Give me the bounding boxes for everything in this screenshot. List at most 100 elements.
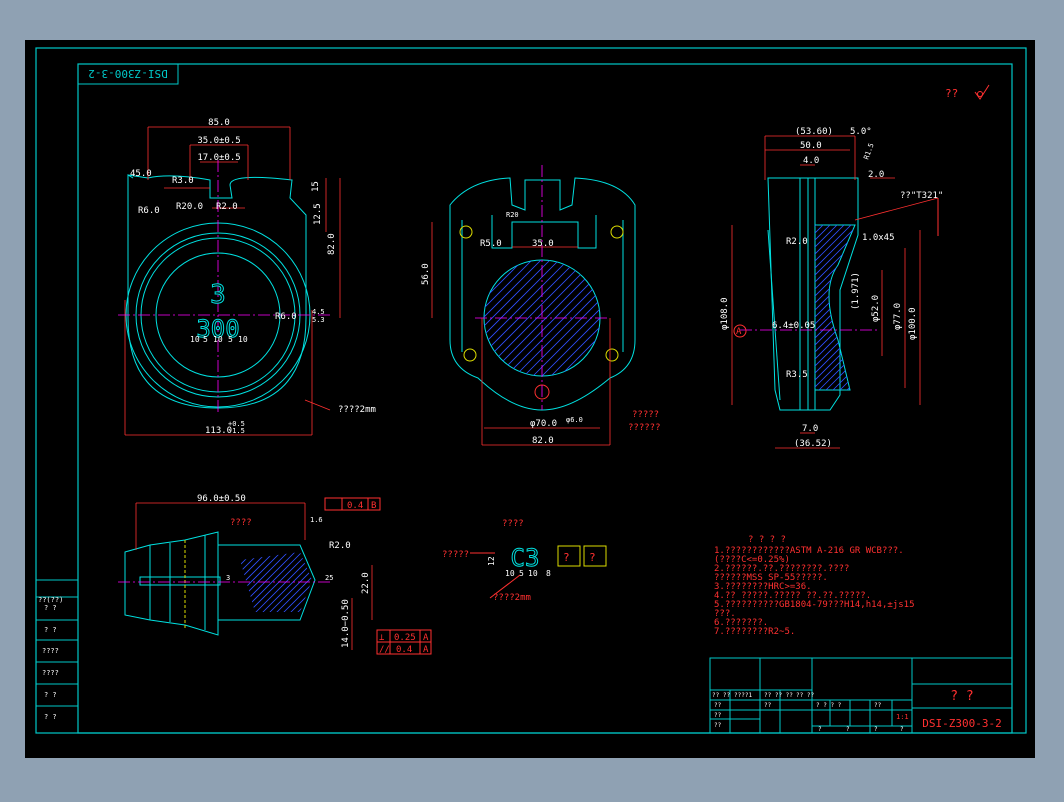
tb-cell: ? bbox=[900, 726, 904, 733]
v3-dim-chamfer: 1.0x45 bbox=[862, 233, 895, 243]
v2-dim-w82: 82.0 bbox=[532, 436, 554, 446]
v1-dim-t2: 5.3 bbox=[312, 316, 325, 324]
mark-dim: 5 bbox=[519, 569, 524, 578]
tb-cell: ?? ?? ?? bbox=[764, 692, 793, 699]
v1-dim-r20: R20.0 bbox=[176, 202, 203, 212]
v3-dim-d3: 4.0 bbox=[803, 156, 819, 166]
v1-dim-slot-outer: 35.0±0.5 bbox=[197, 136, 240, 146]
v2-dim-phi70: φ70.0 bbox=[530, 419, 557, 429]
note-line: 5.??????????GB1804-79???H14,h14,±js15 bbox=[714, 600, 914, 610]
tb-cell: ? bbox=[818, 726, 822, 733]
v3-dim-d2: 50.0 bbox=[800, 141, 822, 151]
v4-dim-angle: 25 bbox=[325, 574, 333, 582]
v2-note-1: ????? bbox=[632, 410, 659, 420]
v1-char-dim: 5 bbox=[203, 335, 208, 344]
mark-dim: 8 bbox=[546, 569, 551, 578]
mark-label: ????? bbox=[442, 550, 469, 560]
v1-emboss-top: 3 bbox=[210, 280, 226, 310]
title-scale: 1:1 bbox=[896, 713, 909, 721]
v4-fc-tol: 0.4 bbox=[347, 501, 363, 511]
drawing-sheet bbox=[25, 40, 1035, 758]
v3-dim-tail: 7.0 bbox=[802, 424, 818, 434]
v1-dim-h82: 82.0 bbox=[327, 233, 337, 255]
side-cell: ???? bbox=[42, 647, 59, 655]
v1-dim-r6: R6.0 bbox=[138, 206, 160, 216]
mark-h: 12 bbox=[487, 556, 496, 566]
v4-dim-len: 96.0±0.50 bbox=[197, 494, 246, 504]
v3-dim-t2: 2.0 bbox=[868, 170, 884, 180]
fc2-symbol: // bbox=[379, 645, 390, 655]
v2-dim-phi6: φ6.0 bbox=[566, 416, 583, 424]
side-cell: ? ? bbox=[44, 713, 57, 721]
v1-dim-width: 85.0 bbox=[208, 118, 230, 128]
top-code-text: DSI-Z300-3-2 bbox=[88, 67, 167, 80]
side-cell: ??(??) bbox=[38, 596, 63, 604]
v3-dim-phi100: φ100.0 bbox=[908, 307, 918, 340]
v1-dim-t1: 4.5 bbox=[312, 308, 325, 316]
mark-dim: 10 bbox=[528, 569, 538, 578]
v3-dim-phi52: φ52.0 bbox=[871, 295, 881, 322]
side-cell: ???? bbox=[42, 669, 59, 677]
v1-dim-h12: 12.5 bbox=[313, 203, 323, 225]
cad-viewport: DSI-Z300-3-2 ?? 85.0 35.0±0.5 17.0±0.5 4… bbox=[0, 0, 1064, 798]
v4-dim-ra: 1.6 bbox=[310, 516, 323, 524]
tb-cell: ? bbox=[874, 726, 878, 733]
tb-cell: ?? bbox=[714, 702, 722, 709]
v3-dim-d197: (1.971) bbox=[851, 272, 861, 310]
title-code: DSI-Z300-3-2 bbox=[922, 717, 1001, 730]
v2-note-2: ?????? bbox=[628, 423, 661, 433]
tb-cell: ?? bbox=[874, 702, 882, 709]
v3-dim-phi108: φ108.0 bbox=[720, 297, 730, 330]
v1-dim-h15: 15 bbox=[311, 181, 321, 192]
v1-char-dim: 10 bbox=[190, 335, 200, 344]
tb-cell: ?? bbox=[714, 722, 722, 729]
tb-cell: ????1 bbox=[734, 692, 752, 699]
v2-dim-r5: R5.0 bbox=[480, 239, 502, 249]
mark-note: ????2mm bbox=[493, 593, 531, 603]
v1-char-dim: 10 bbox=[213, 335, 223, 344]
v1-char-dim: 10 bbox=[238, 335, 248, 344]
v2-dim-h56: 56.0 bbox=[421, 263, 431, 285]
v3-dim-material: ??"T321" bbox=[900, 191, 943, 201]
surface-mark-text: ?? bbox=[945, 87, 958, 100]
tb-cell: ?? bbox=[764, 702, 772, 709]
fc2-tol: 0.4 bbox=[396, 645, 412, 655]
v1-char-dim: 5 bbox=[228, 335, 233, 344]
v4-label: ???? bbox=[230, 518, 252, 528]
v3-dim-phi77: φ77.0 bbox=[893, 303, 903, 330]
v1-dim-r2: R2.0 bbox=[216, 202, 238, 212]
tb-cell: ?? ?? bbox=[796, 692, 814, 699]
v3-dim-angle: 5.0° bbox=[850, 127, 872, 137]
v4-dim-n3: 3 bbox=[226, 574, 230, 582]
v4-dim-h22: 22.0 bbox=[361, 572, 371, 594]
v1-dim-rside: R6.0 bbox=[275, 312, 297, 322]
tb-cell: ? ? ? ? bbox=[816, 702, 842, 709]
tb-cell: ?? ?? bbox=[712, 692, 730, 699]
mark-title: ???? bbox=[502, 519, 524, 529]
fc2-datum: A bbox=[423, 645, 429, 655]
mark-box-2: ? bbox=[589, 551, 596, 564]
title-name: ? ? bbox=[950, 689, 973, 704]
v1-note: ????2mm bbox=[338, 405, 376, 415]
v3-dim-d1: (53.60) bbox=[795, 127, 833, 137]
v3-datum-a: A bbox=[736, 327, 742, 337]
v2-dim-w35: 35.0 bbox=[532, 239, 554, 249]
mark-box-1: ? bbox=[563, 551, 570, 564]
mark-text: C3 bbox=[511, 544, 540, 572]
v3-dim-r2: R2.0 bbox=[786, 237, 808, 247]
tb-cell: ? bbox=[846, 726, 850, 733]
v1-dim-r3: R3.0 bbox=[172, 176, 194, 186]
v3-dim-r35: R3.5 bbox=[786, 370, 808, 380]
tb-cell: ?? bbox=[714, 712, 722, 719]
v3-dim-keyw: 6.4±0.05 bbox=[772, 321, 815, 331]
v1-dim-angle: 45.0 bbox=[130, 169, 152, 179]
v4-dim-h14: 14.0−0.50 bbox=[341, 599, 351, 648]
v4-fc-datum: B bbox=[371, 501, 376, 511]
mark-dim: 10 bbox=[505, 569, 515, 578]
v1-dim-slot-inner: 17.0±0.5 bbox=[197, 153, 240, 163]
v3-dim-base: (36.52) bbox=[794, 439, 832, 449]
v1-tol-dn: -1.5 bbox=[228, 427, 245, 435]
note-line: 7.????????R2~5. bbox=[714, 627, 795, 637]
notes-title: ? ? ? ? bbox=[748, 535, 786, 545]
side-cell: ? ? bbox=[44, 604, 57, 612]
